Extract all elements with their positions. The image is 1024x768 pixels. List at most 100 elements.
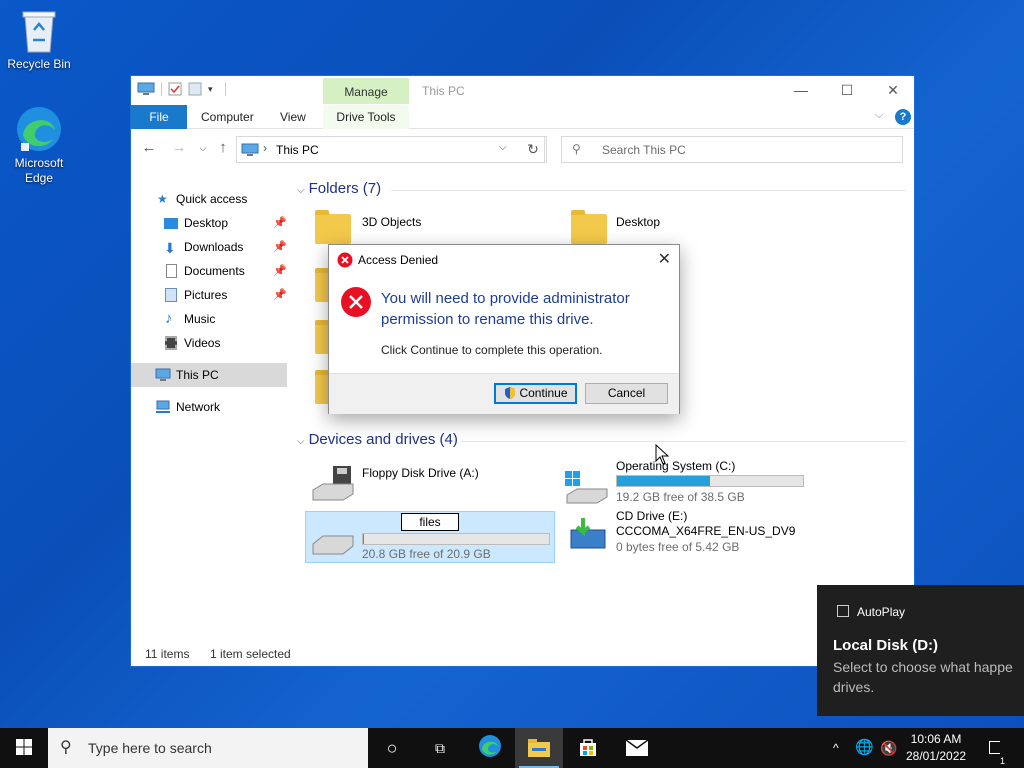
- refresh-button[interactable]: ↻: [520, 136, 547, 163]
- pin-icon: 📌: [273, 241, 287, 253]
- folders-group-header[interactable]: ⌵ Folders (7): [297, 180, 381, 197]
- nav-videos[interactable]: Videos: [131, 331, 287, 355]
- devices-group-header[interactable]: ⌵ Devices and drives (4): [297, 431, 458, 448]
- drive-c-name[interactable]: Operating System (C:): [616, 459, 735, 473]
- taskbar-search-input[interactable]: ⚲ Type here to search: [48, 728, 368, 768]
- clock-date: 28/01/2022: [906, 749, 967, 763]
- nav-documents[interactable]: Documents 📌: [131, 259, 287, 283]
- desktop-icon-label: Recycle Bin: [7, 57, 71, 71]
- nav-quick-access[interactable]: ★ Quick access: [131, 187, 287, 211]
- title-bar: ▾ Manage This PC — ☐ ✕: [131, 76, 914, 105]
- this-pc-icon: [155, 368, 171, 381]
- navigation-pane: ★ Quick access Desktop 📌 ⬇ Downloads 📌 D…: [131, 174, 287, 634]
- new-folder-icon[interactable]: [188, 82, 202, 96]
- close-button[interactable]: ✕: [870, 76, 916, 105]
- error-icon: [341, 287, 371, 317]
- network-globe-icon[interactable]: 🌐: [855, 728, 874, 768]
- help-icon[interactable]: ?: [895, 109, 911, 125]
- taskbar-search-placeholder: Type here to search: [88, 740, 212, 756]
- forward-button[interactable]: →: [169, 138, 189, 158]
- up-button[interactable]: ↑: [213, 138, 233, 158]
- cd-drive-icon: [570, 518, 606, 549]
- window-title: This PC: [422, 84, 465, 98]
- cancel-button[interactable]: Cancel: [585, 383, 668, 404]
- taskbar-store-button[interactable]: [564, 728, 612, 768]
- folder-item-desktop[interactable]: Desktop: [616, 215, 660, 229]
- nav-this-pc[interactable]: This PC: [131, 363, 287, 387]
- access-denied-dialog: Access Denied ✕ You will need to provide…: [328, 244, 680, 414]
- minimize-button[interactable]: —: [778, 76, 824, 105]
- store-icon: [580, 739, 596, 756]
- drive-e-label: CCCOMA_X64FRE_EN-US_DV9: [616, 524, 796, 538]
- group-divider: [461, 441, 906, 442]
- qat-separator: [161, 82, 162, 96]
- dialog-close-button[interactable]: ✕: [658, 249, 671, 269]
- clock-time: 10:06 AM: [910, 732, 962, 746]
- tab-file[interactable]: File: [131, 105, 187, 129]
- mail-icon: [625, 739, 649, 756]
- tab-view[interactable]: View: [280, 105, 306, 129]
- status-item-count: 11 items: [145, 647, 190, 661]
- volume-muted-icon[interactable]: 🔇: [880, 728, 897, 768]
- maximize-button[interactable]: ☐: [824, 76, 870, 105]
- windows-drive-icon: [565, 471, 608, 504]
- clock[interactable]: 10:06 AM 28/01/2022: [906, 728, 966, 768]
- task-view-button[interactable]: ⧉: [416, 728, 464, 768]
- taskbar: ⚲ Type here to search ○ ⧉ ^ 🌐 🔇 10:06 AM…: [0, 728, 1024, 768]
- drive-a-name[interactable]: Floppy Disk Drive (A:): [362, 466, 479, 480]
- desktop-icon-edge[interactable]: Microsoft Edge: [1, 105, 77, 186]
- drive-d-usage-bar: [362, 533, 550, 545]
- autoplay-icon: [837, 605, 849, 617]
- address-dropdown-icon[interactable]: ⌵: [499, 142, 507, 153]
- file-explorer-icon: [528, 739, 550, 757]
- toast-app-name: AutoPlay: [857, 605, 906, 619]
- pin-icon: 📌: [273, 289, 287, 301]
- nav-pictures[interactable]: Pictures 📌: [131, 283, 287, 307]
- folder-icon: [315, 210, 351, 244]
- customize-qat-icon[interactable]: ▾: [208, 84, 213, 95]
- nav-downloads[interactable]: ⬇ Downloads 📌: [131, 235, 287, 259]
- nav-music[interactable]: ♪ Music: [131, 307, 287, 331]
- nav-desktop[interactable]: Desktop 📌: [131, 211, 287, 235]
- toast-body: Select to choose what happe drives.: [833, 659, 1013, 695]
- search-input[interactable]: ⚲ Search This PC: [561, 136, 903, 163]
- tab-drive-tools[interactable]: Drive Tools: [323, 105, 409, 129]
- mouse-cursor-icon: [655, 444, 669, 465]
- tab-computer[interactable]: Computer: [201, 105, 254, 129]
- network-icon: [156, 400, 170, 413]
- quick-access-toolbar: ▾: [137, 82, 226, 96]
- back-button[interactable]: ←: [139, 138, 159, 158]
- recent-locations-button[interactable]: ⌵: [193, 138, 213, 158]
- show-hidden-icons[interactable]: ^: [833, 728, 839, 768]
- nav-network[interactable]: Network: [131, 395, 287, 419]
- search-icon: ⚲: [572, 142, 581, 156]
- windows-logo-icon: [16, 739, 32, 755]
- action-center-button[interactable]: 1: [982, 728, 1012, 768]
- status-bar: 11 items 1 item selected: [131, 642, 914, 666]
- taskbar-mail-button[interactable]: [613, 728, 661, 768]
- cortana-button[interactable]: ○: [368, 728, 416, 768]
- this-pc-icon: [137, 82, 155, 95]
- rename-input[interactable]: files: [401, 513, 459, 531]
- breadcrumb-chevron-icon[interactable]: ›: [263, 141, 267, 155]
- floppy-drive-icon: [312, 466, 354, 501]
- search-icon: ⚲: [60, 739, 72, 756]
- drive-e-name[interactable]: CD Drive (E:): [616, 509, 687, 523]
- film-icon: [165, 336, 177, 350]
- address-bar[interactable]: › This PC ⌵: [236, 136, 545, 163]
- edge-icon: [479, 735, 501, 757]
- autoplay-notification[interactable]: AutoPlay Local Disk (D:) Select to choos…: [817, 585, 1024, 716]
- collapse-chevron-icon: ⌵: [297, 185, 305, 196]
- properties-icon[interactable]: [168, 82, 182, 96]
- qat-separator: [224, 82, 226, 96]
- continue-button[interactable]: Continue: [494, 383, 577, 404]
- manage-contextual-tab[interactable]: Manage: [323, 78, 409, 104]
- drive-e-free: 0 bytes free of 5.42 GB: [616, 540, 740, 554]
- start-button[interactable]: [0, 728, 48, 768]
- this-pc-icon: [241, 143, 259, 156]
- expand-ribbon-icon[interactable]: ⌵: [875, 109, 883, 122]
- taskbar-file-explorer-button[interactable]: [515, 728, 563, 768]
- taskbar-edge-button[interactable]: [466, 728, 514, 768]
- folder-item-3d-objects[interactable]: 3D Objects: [362, 215, 421, 229]
- desktop-icon-recycle-bin[interactable]: Recycle Bin: [1, 8, 77, 72]
